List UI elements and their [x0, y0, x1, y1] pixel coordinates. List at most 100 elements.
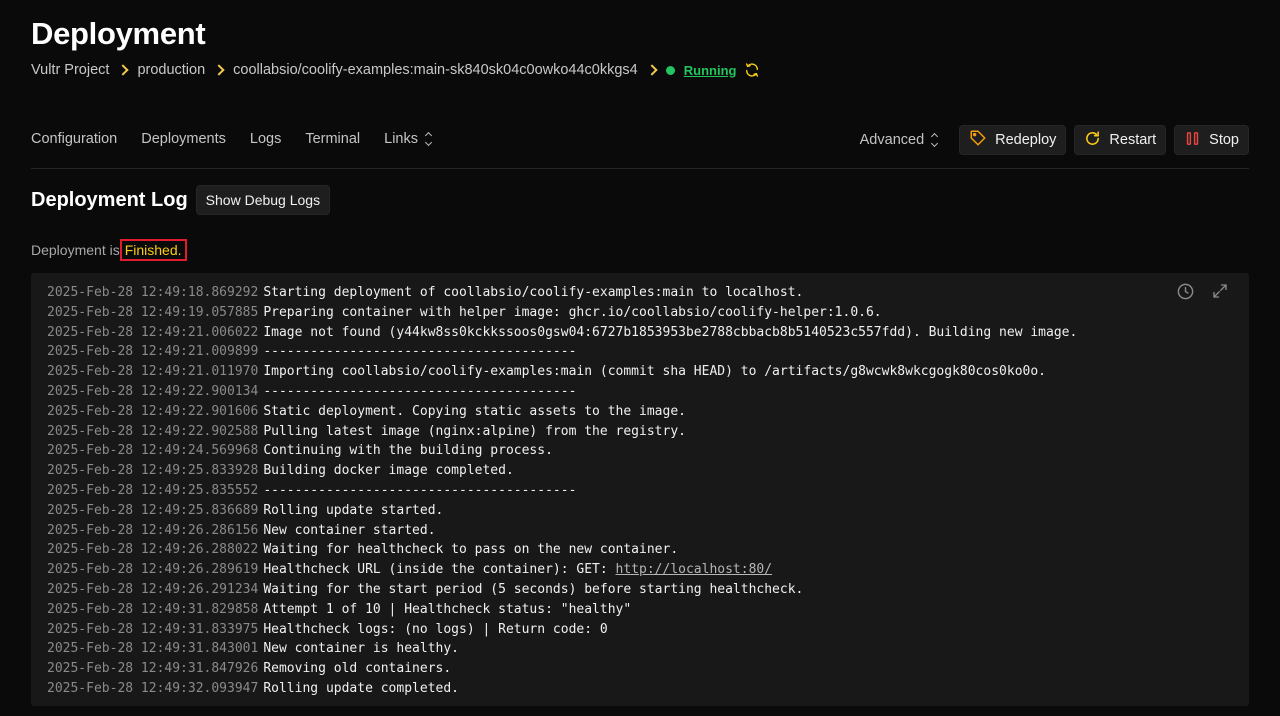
chevron-right-icon	[213, 64, 225, 76]
restart-button[interactable]: Restart	[1074, 125, 1167, 155]
log-tools	[1176, 282, 1229, 306]
log-message: Healthcheck logs: (no logs) | Return cod…	[263, 620, 607, 640]
log-line: 2025-Feb-28 12:49:18.869292 Starting depl…	[47, 283, 1233, 303]
log-message: ----------------------------------------	[263, 382, 576, 402]
log-message-text: ----------------------------------------	[263, 383, 577, 399]
links-dropdown[interactable]: Links	[384, 131, 433, 147]
log-message: Rolling update started.	[263, 501, 443, 521]
log-message: ----------------------------------------	[263, 342, 576, 362]
log-message-text: Importing coollabsio/coolify-examples:ma…	[263, 364, 1046, 380]
log-line: 2025-Feb-28 12:49:22.901606 Static deploy…	[47, 402, 1233, 422]
log-timestamp: 2025-Feb-28 12:49:26.289619	[47, 562, 259, 578]
stop-button[interactable]: Stop	[1174, 125, 1249, 155]
tab-terminal[interactable]: Terminal	[305, 131, 360, 147]
chevron-right-icon	[646, 64, 658, 76]
log-message-text: Image not found (y44kw8ss0kckkssoos0gsw0…	[263, 324, 1078, 340]
log-message: Image not found (y44kw8ss0kckkssoos0gsw0…	[263, 323, 1077, 343]
section-title: Deployment Log	[31, 188, 188, 211]
resource-nav: Configuration Deployments Logs Terminal …	[31, 131, 433, 147]
log-line: 2025-Feb-28 12:49:26.288022 Waiting for h…	[47, 540, 1233, 560]
log-timestamp: 2025-Feb-28 12:49:21.011970	[47, 364, 259, 380]
expand-icon[interactable]	[1211, 282, 1229, 306]
redeploy-button[interactable]: Redeploy	[959, 125, 1067, 155]
log-timestamp: 2025-Feb-28 12:49:21.006022	[47, 324, 259, 340]
log-timestamp: 2025-Feb-28 12:49:25.835552	[47, 482, 259, 498]
log-message: Healthcheck URL (inside the container): …	[263, 560, 772, 580]
log-line: 2025-Feb-28 12:49:19.057885 Preparing con…	[47, 303, 1233, 323]
log-timestamp: 2025-Feb-28 12:49:26.286156	[47, 522, 259, 538]
log-timestamp: 2025-Feb-28 12:49:31.843001	[47, 641, 259, 657]
log-message-text: ----------------------------------------	[263, 482, 577, 498]
log-line: 2025-Feb-28 12:49:25.836689 Rolling updat…	[47, 501, 1233, 521]
log-timestamp: 2025-Feb-28 12:49:24.569968	[47, 443, 259, 459]
log-panel[interactable]: 2025-Feb-28 12:49:18.869292 Starting depl…	[31, 273, 1249, 706]
log-line: 2025-Feb-28 12:49:21.009899 -------------…	[47, 342, 1233, 362]
log-message-text: Removing old containers.	[263, 661, 452, 677]
log-message: Importing coollabsio/coolify-examples:ma…	[263, 362, 1046, 382]
log-line: 2025-Feb-28 12:49:25.835552 -------------…	[47, 481, 1233, 501]
healthcheck-link[interactable]: http://localhost:80/	[616, 562, 773, 577]
links-label: Links	[384, 131, 418, 147]
chevron-updown-icon	[424, 131, 433, 147]
log-timestamp: 2025-Feb-28 12:49:26.291234	[47, 581, 259, 597]
show-debug-logs-button[interactable]: Show Debug Logs	[195, 185, 331, 215]
log-timestamp: 2025-Feb-28 12:49:26.288022	[47, 542, 259, 558]
resource-actions: Advanced Redeploy Restart Stop	[860, 125, 1249, 155]
log-message-text: Rolling update completed.	[263, 680, 459, 696]
log-timestamp: 2025-Feb-28 12:49:25.836689	[47, 502, 259, 518]
tab-deployments[interactable]: Deployments	[141, 131, 226, 147]
log-timestamp: 2025-Feb-28 12:49:22.900134	[47, 383, 259, 399]
log-message: Rolling update completed.	[263, 679, 459, 699]
clock-icon[interactable]	[1176, 282, 1195, 306]
log-line: 2025-Feb-28 12:49:22.902588 Pulling lates…	[47, 422, 1233, 442]
log-line: 2025-Feb-28 12:49:21.011970 Importing coo…	[47, 362, 1233, 382]
log-timestamp: 2025-Feb-28 12:49:22.901606	[47, 403, 259, 419]
log-message-text: Healthcheck URL (inside the container): …	[263, 562, 616, 578]
log-line: 2025-Feb-28 12:49:24.569968 Continuing wi…	[47, 441, 1233, 461]
status-finished: Finished.	[119, 239, 187, 261]
log-line: 2025-Feb-28 12:49:25.833928 Building dock…	[47, 461, 1233, 481]
log-line: 2025-Feb-28 12:49:31.833975 Healthcheck l…	[47, 620, 1233, 640]
log-message: New container is healthy.	[263, 639, 459, 659]
page: Deployment Vultr Project production cool…	[0, 0, 1280, 716]
log-message-text: Preparing container with helper image: g…	[263, 304, 882, 320]
log-timestamp: 2025-Feb-28 12:49:25.833928	[47, 463, 259, 479]
stop-icon	[1184, 130, 1201, 151]
tab-logs[interactable]: Logs	[250, 131, 281, 147]
page-title: Deployment	[31, 16, 206, 51]
log-message-text: Pulling latest image (nginx:alpine) from…	[263, 423, 686, 439]
restart-icon	[1084, 130, 1101, 151]
breadcrumb-resource[interactable]: coollabsio/coolify-examples:main-sk840sk…	[233, 62, 638, 78]
log-line: 2025-Feb-28 12:49:26.289619 Healthcheck U…	[47, 560, 1233, 580]
stop-label: Stop	[1209, 132, 1239, 148]
log-timestamp: 2025-Feb-28 12:49:31.833975	[47, 621, 259, 637]
log-line: 2025-Feb-28 12:49:21.006022 Image not fou…	[47, 323, 1233, 343]
log-message-text: Waiting for healthcheck to pass on the n…	[263, 542, 679, 558]
log-message-text: Static deployment. Copying static assets…	[263, 403, 686, 419]
log-message-text: Healthcheck logs: (no logs) | Return cod…	[263, 621, 608, 637]
tab-configuration[interactable]: Configuration	[31, 131, 117, 147]
log-line: 2025-Feb-28 12:49:31.843001 New container…	[47, 639, 1233, 659]
log-line: 2025-Feb-28 12:49:26.286156 New container…	[47, 521, 1233, 541]
log-message: Building docker image completed.	[263, 461, 513, 481]
advanced-dropdown[interactable]: Advanced	[859, 132, 939, 148]
chevron-updown-icon	[931, 132, 939, 148]
log-message-text: Waiting for the start period (5 seconds)…	[263, 581, 804, 597]
breadcrumb-environment[interactable]: production	[137, 62, 205, 78]
refresh-icon[interactable]	[744, 62, 760, 78]
status-dot-icon	[665, 65, 675, 75]
log-message-text: New container started.	[263, 522, 436, 538]
advanced-label: Advanced	[859, 132, 925, 148]
status-badge[interactable]: Running	[684, 63, 737, 78]
log-timestamp: 2025-Feb-28 12:49:31.829858	[47, 601, 259, 617]
log-line: 2025-Feb-28 12:49:26.291234 Waiting for t…	[47, 580, 1233, 600]
log-message-text: Starting deployment of coollabsio/coolif…	[263, 285, 804, 300]
log-message-text: Rolling update started.	[263, 502, 444, 518]
restart-label: Restart	[1109, 132, 1157, 148]
log-line: 2025-Feb-28 12:49:22.900134 -------------…	[47, 382, 1233, 402]
chevron-right-icon	[117, 64, 130, 76]
log-message: Static deployment. Copying static assets…	[263, 402, 686, 422]
breadcrumb-project[interactable]: Vultr Project	[31, 62, 109, 78]
log-message: Waiting for the start period (5 seconds)…	[263, 580, 803, 600]
log-message: Waiting for healthcheck to pass on the n…	[263, 540, 678, 560]
